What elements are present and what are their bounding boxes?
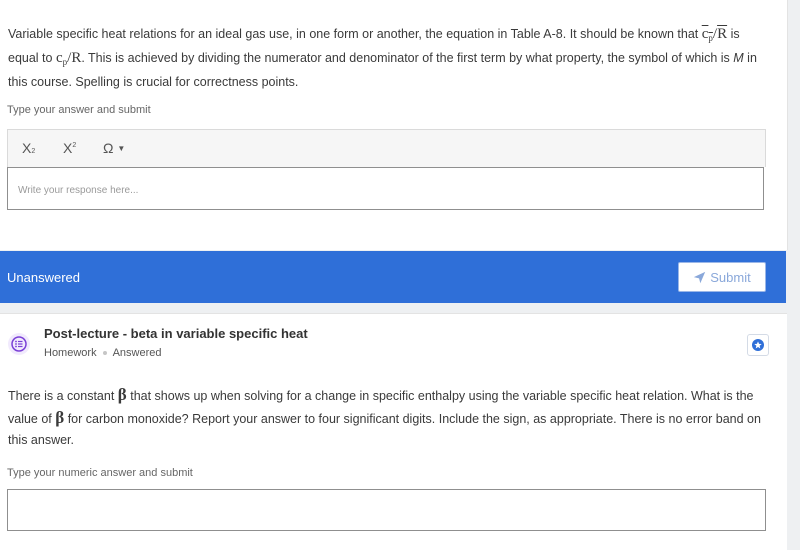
beta-symbol: β — [117, 385, 127, 404]
subscript-button[interactable]: X2 — [22, 140, 35, 156]
star-icon — [752, 339, 764, 351]
question-2-meta: Homework Answered — [44, 347, 162, 359]
separator-dot — [102, 351, 107, 356]
chevron-down-icon: ▼ — [117, 144, 126, 153]
special-characters-button[interactable]: Ω ▼ — [103, 140, 125, 156]
beta-symbol: β — [55, 408, 65, 427]
editor-toolbar: X2 X2 Ω ▼ — [7, 129, 766, 167]
cp-symbol: cp — [55, 50, 68, 67]
r-symbol: R — [71, 50, 82, 66]
response-input[interactable] — [16, 184, 740, 197]
category-label: Homework — [44, 347, 97, 359]
superscript-button[interactable]: X2 — [63, 140, 76, 156]
answer-prompt: Type your answer and submit — [7, 104, 151, 116]
response-editor[interactable] — [7, 167, 764, 210]
question-1-text: Variable specific heat relations for an … — [8, 26, 757, 89]
cp-bar-symbol: cp — [701, 26, 713, 43]
question-card-1: Variable specific heat relations for an … — [0, 0, 788, 250]
submit-label: Submit — [710, 269, 751, 285]
m-symbol: M — [733, 51, 744, 65]
numeric-answer-input[interactable] — [7, 489, 766, 531]
question-2-text: There is a constant β that shows up when… — [8, 385, 761, 447]
numeric-answer-prompt: Type your numeric answer and submit — [7, 467, 193, 479]
bookmark-button[interactable] — [747, 334, 769, 356]
question-2-title[interactable]: Post-lecture - beta in variable specific… — [44, 326, 308, 341]
submit-button[interactable]: Submit — [678, 262, 766, 292]
r-bar-symbol: R — [717, 26, 728, 42]
send-icon — [694, 271, 706, 283]
status-text: Unanswered — [7, 270, 80, 285]
question-status-bar: Unanswered Submit — [0, 251, 786, 303]
answer-state-label: Answered — [112, 347, 162, 359]
homework-icon — [8, 333, 30, 355]
question-card-2: Post-lecture - beta in variable specific… — [0, 313, 787, 550]
